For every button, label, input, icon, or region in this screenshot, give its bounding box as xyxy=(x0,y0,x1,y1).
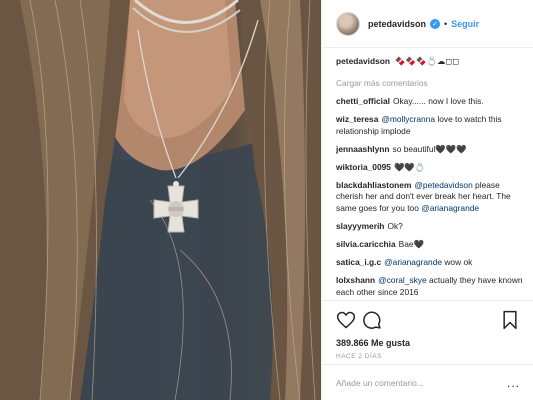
comment-item: wiktoria_0095 🖤🖤💍 xyxy=(336,162,526,173)
pendant-photo-illustration xyxy=(0,0,321,400)
comment-text: Bae🖤 xyxy=(398,239,424,250)
comment-username[interactable]: wiz_teresa xyxy=(336,114,378,124)
post-photo[interactable] xyxy=(0,0,321,400)
follow-button[interactable]: Seguir xyxy=(451,19,479,29)
comment-item: lolxshann @coral_skye actually they have … xyxy=(336,275,526,297)
comment-item: chetti_official Okay...... now I love thi… xyxy=(336,96,526,107)
post-caption: petedavidson 🍫🍫🍫💍☁◻◻ xyxy=(336,56,526,67)
post-side-panel: petedavidson ✓ • Seguir petedavidson 🍫🍫🍫… xyxy=(321,0,533,400)
comment-mention-link[interactable]: @arianagrande xyxy=(384,257,442,267)
more-options-button[interactable]: ... xyxy=(507,376,520,390)
comment-text: 🖤🖤💍 xyxy=(393,162,426,173)
caption-text: 🍫🍫🍫💍☁◻◻ xyxy=(395,56,460,66)
comment-username[interactable]: satica_i.g.c xyxy=(336,257,381,267)
comment-container: chetti_official Okay...... now I love thi… xyxy=(336,96,526,302)
post-timestamp[interactable]: HACE 2 DÍAS xyxy=(336,353,520,360)
add-comment-input[interactable] xyxy=(336,377,507,388)
comment-mention-link[interactable]: @coral_skye xyxy=(378,275,427,285)
comment-username[interactable]: silvia.caricchia xyxy=(336,239,396,249)
comment-item: satica_i.g.c @arianagrande wow ok xyxy=(336,257,526,268)
comment-username[interactable]: chetti_official xyxy=(336,96,390,106)
comment-text: Ok? xyxy=(387,220,403,231)
comment-text: so beautiful🖤🖤🖤 xyxy=(392,143,467,154)
comments-list[interactable]: petedavidson 🍫🍫🍫💍☁◻◻ Cargar más comentar… xyxy=(336,56,526,302)
comment-mention-link[interactable]: @petedavidson xyxy=(414,180,472,190)
comment-username[interactable]: slayyymerih xyxy=(336,221,384,231)
bookmark-icon[interactable] xyxy=(500,310,520,330)
action-icons xyxy=(336,310,520,332)
comment-username[interactable]: blackdahliastonem xyxy=(336,180,411,190)
avatar[interactable] xyxy=(336,11,360,36)
comment-username[interactable]: wiktoria_0095 xyxy=(336,162,391,172)
post-header: petedavidson ✓ • Seguir xyxy=(322,0,533,48)
load-more-comments-link[interactable]: Cargar más comentarios xyxy=(336,78,526,88)
comment-icon[interactable] xyxy=(362,310,382,330)
add-comment-bar: ... xyxy=(322,364,533,400)
comment-username[interactable]: lolxshann xyxy=(336,275,375,285)
caption-username[interactable]: petedavidson xyxy=(336,56,390,66)
verified-badge-icon: ✓ xyxy=(430,18,441,29)
comment-mention-link[interactable]: @mollycranna xyxy=(381,114,435,124)
comment-item: silvia.caricchia Bae🖤 xyxy=(336,239,526,250)
likes-count[interactable]: 389.866 Me gusta xyxy=(336,338,520,348)
comment-mention-link[interactable]: @arianagrande xyxy=(421,203,479,213)
comment-item: blackdahliastonem @petedavidson please ch… xyxy=(336,180,526,214)
comment-item: slayyymerih Ok? xyxy=(336,221,526,232)
heart-icon[interactable] xyxy=(336,310,356,330)
header-separator: • xyxy=(444,18,448,29)
comment-item: jennaashlynn so beautiful🖤🖤🖤 xyxy=(336,144,526,155)
comment-text: Okay...... now I love this. xyxy=(392,96,484,107)
comment-item: wiz_teresa @mollycranna love to watch thi… xyxy=(336,114,526,136)
comment-username[interactable]: jennaashlynn xyxy=(336,144,390,154)
comment-text: wow ok xyxy=(442,257,473,268)
header-username[interactable]: petedavidson xyxy=(368,19,426,29)
post-actions: 389.866 Me gusta HACE 2 DÍAS xyxy=(322,300,533,360)
